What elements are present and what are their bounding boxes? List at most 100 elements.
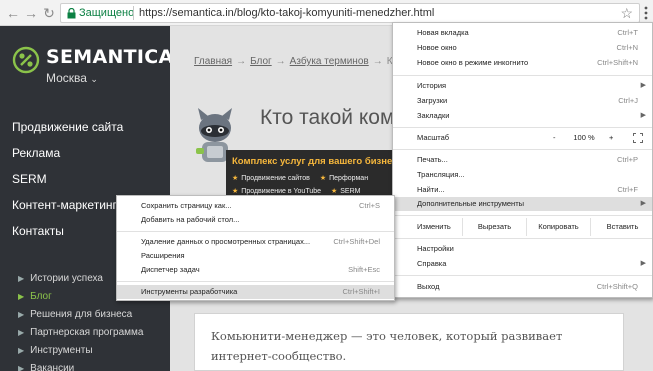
menu-label: Загрузки <box>417 96 448 105</box>
menu-settings[interactable]: Настройки <box>393 242 652 256</box>
menu-extensions[interactable]: Расширения <box>117 249 394 263</box>
sub-item-label: Вакансии <box>30 363 75 371</box>
kebab-menu-icon[interactable] <box>641 5 651 21</box>
reload-icon[interactable]: ↻ <box>40 4 58 22</box>
banner-item: Перформан <box>329 175 369 182</box>
menu-label: Инструменты разработчика <box>141 287 238 296</box>
sidebar-sub-partner-program[interactable]: ▶ Партнерская программа <box>18 326 143 344</box>
menu-label: Закладки <box>417 111 450 120</box>
menu-divider <box>393 215 652 216</box>
menu-label: Справка <box>417 259 447 268</box>
menu-clear-browsing-data[interactable]: Удаление данных о просмотренных страница… <box>117 235 394 249</box>
zoom-out-button[interactable]: - <box>553 130 556 146</box>
semantica-logo-icon[interactable] <box>12 46 40 74</box>
menu-label: Диспетчер задач <box>141 265 200 274</box>
breadcrumb: Главная → Блог → Азбука терминов → К <box>194 56 393 67</box>
shortcut: Ctrl+J <box>618 96 638 105</box>
triangle-right-icon: ▶ <box>18 292 25 301</box>
menu-label: Расширения <box>141 251 185 260</box>
bookmark-star-icon[interactable]: ☆ <box>620 5 633 21</box>
shortcut: Ctrl+Shift+N <box>597 58 638 67</box>
banner-row: ★ Продвижение сайтов ★ Перформан <box>232 174 368 182</box>
menu-divider <box>393 149 652 150</box>
menu-print[interactable]: Печать... Ctrl+P <box>393 153 652 167</box>
sidebar-item-promotion[interactable]: Продвижение сайта <box>12 120 123 146</box>
menu-label: Новое окно в режиме инкогнито <box>417 58 529 67</box>
menu-edit-row: Изменить Вырезать Копировать Вставить <box>393 218 653 236</box>
menu-find[interactable]: Найти... Ctrl+F <box>393 183 652 197</box>
menu-bookmarks[interactable]: Закладки ▶ <box>393 109 652 123</box>
paste-button[interactable]: Вставить <box>590 218 653 236</box>
banner-item: Продвижение в YouTube <box>241 188 322 195</box>
city-selector[interactable]: Москва ⌄ <box>46 71 98 85</box>
shortcut: Ctrl+Shift+Q <box>596 282 638 291</box>
article-intro-text: Комьюнити-менеджер — это человек, которы… <box>211 329 563 363</box>
triangle-right-icon: ▶ <box>18 274 25 283</box>
menu-developer-tools[interactable]: Инструменты разработчика Ctrl+Shift+I <box>117 285 394 299</box>
star-icon: ★ <box>232 188 239 195</box>
address-bar[interactable]: Защищено https://semantica.in/blog/kto-t… <box>60 3 640 23</box>
menu-task-manager[interactable]: Диспетчер задач Shift+Esc <box>117 263 394 277</box>
services-banner[interactable]: Комплекс услуг для вашего бизне ★ Продвиж… <box>226 150 406 198</box>
menu-exit[interactable]: Выход Ctrl+Shift+Q <box>393 280 652 294</box>
triangle-right-icon: ▶ <box>18 328 25 337</box>
menu-cast[interactable]: Трансляция... <box>393 168 652 182</box>
sub-item-label: Инструменты <box>30 345 93 356</box>
star-icon: ★ <box>319 175 327 182</box>
copy-button[interactable]: Копировать <box>526 218 590 236</box>
menu-new-window[interactable]: Новое окно Ctrl+N <box>393 41 652 55</box>
breadcrumb-blog[interactable]: Блог <box>250 56 272 67</box>
triangle-right-icon: ▶ <box>18 364 25 371</box>
menu-help[interactable]: Справка ▶ <box>393 257 652 271</box>
banner-row: ★ Продвижение в YouTube ★ SERM <box>232 187 361 195</box>
banner-item: Продвижение сайтов <box>241 175 310 182</box>
menu-incognito[interactable]: Новое окно в режиме инкогнито Ctrl+Shift+… <box>393 56 652 70</box>
breadcrumb-arrow-icon: → <box>275 56 286 67</box>
secure-label: Защищено <box>79 7 135 19</box>
menu-label: Новая вкладка <box>417 28 469 37</box>
menu-label: Настройки <box>417 244 454 253</box>
shortcut: Ctrl+S <box>358 201 380 210</box>
article-intro-box: Комьюнити-менеджер — это человек, которы… <box>194 313 624 371</box>
breadcrumb-glossary[interactable]: Азбука терминов <box>290 56 369 67</box>
sidebar-sub-tools[interactable]: ▶ Инструменты <box>18 344 143 362</box>
star-icon: ★ <box>232 175 239 182</box>
sidebar-menu: Продвижение сайта Реклама SERM Контент-м… <box>12 120 123 250</box>
sidebar-item-ads[interactable]: Реклама <box>12 146 123 172</box>
banner-title: Комплекс услуг для вашего бизне <box>232 156 393 167</box>
menu-new-tab[interactable]: Новая вкладка Ctrl+T <box>393 26 652 40</box>
banner-item: SERM <box>340 188 361 195</box>
breadcrumb-home[interactable]: Главная <box>194 56 232 67</box>
chevron-right-icon: ▶ <box>640 112 646 119</box>
more-tools-submenu: Сохранить страницу как... Ctrl+S Добавить… <box>116 195 395 301</box>
brand-name[interactable]: SEMANTICA <box>46 46 174 68</box>
menu-label: Сохранить страницу как... <box>141 201 232 210</box>
zoom-in-button[interactable]: + <box>609 130 613 146</box>
chevron-right-icon: ▶ <box>640 200 646 207</box>
menu-label: Трансляция... <box>417 170 465 179</box>
breadcrumb-arrow-icon: → <box>372 56 383 67</box>
page-title: Кто такой ком <box>260 106 395 129</box>
fullscreen-icon[interactable] <box>633 133 643 143</box>
menu-label: Изменить <box>417 222 451 231</box>
sidebar-sub-vacancies[interactable]: ▶ Вакансии <box>18 362 143 371</box>
menu-save-page[interactable]: Сохранить страницу как... Ctrl+S <box>117 199 394 213</box>
sidebar-item-serm[interactable]: SERM <box>12 172 123 198</box>
menu-divider <box>117 231 394 232</box>
cut-button[interactable]: Вырезать <box>462 218 526 236</box>
back-icon[interactable]: ← <box>4 4 22 22</box>
menu-label: Новое окно <box>417 43 457 52</box>
sub-item-label: Истории успеха <box>30 273 103 284</box>
sidebar-sub-business-solutions[interactable]: ▶ Решения для бизнеса <box>18 308 143 326</box>
menu-more-tools[interactable]: Дополнительные инструменты ▶ <box>393 197 652 211</box>
menu-add-to-desktop[interactable]: Добавить на рабочий стол... <box>117 213 394 227</box>
url-text[interactable]: https://semantica.in/blog/kto-takoj-komy… <box>139 7 434 20</box>
shortcut: Ctrl+N <box>616 43 638 52</box>
screen: ← → ↻ Защищено https://semantica.in/blog… <box>0 0 653 371</box>
sidebar-item-content-marketing[interactable]: Контент-маркетинг <box>12 198 123 224</box>
menu-downloads[interactable]: Загрузки Ctrl+J <box>393 94 652 108</box>
forward-icon[interactable]: → <box>22 4 40 22</box>
sidebar-item-contacts[interactable]: Контакты <box>12 224 123 250</box>
menu-label: Дополнительные инструменты <box>417 199 525 208</box>
menu-history[interactable]: История ▶ <box>393 79 652 93</box>
